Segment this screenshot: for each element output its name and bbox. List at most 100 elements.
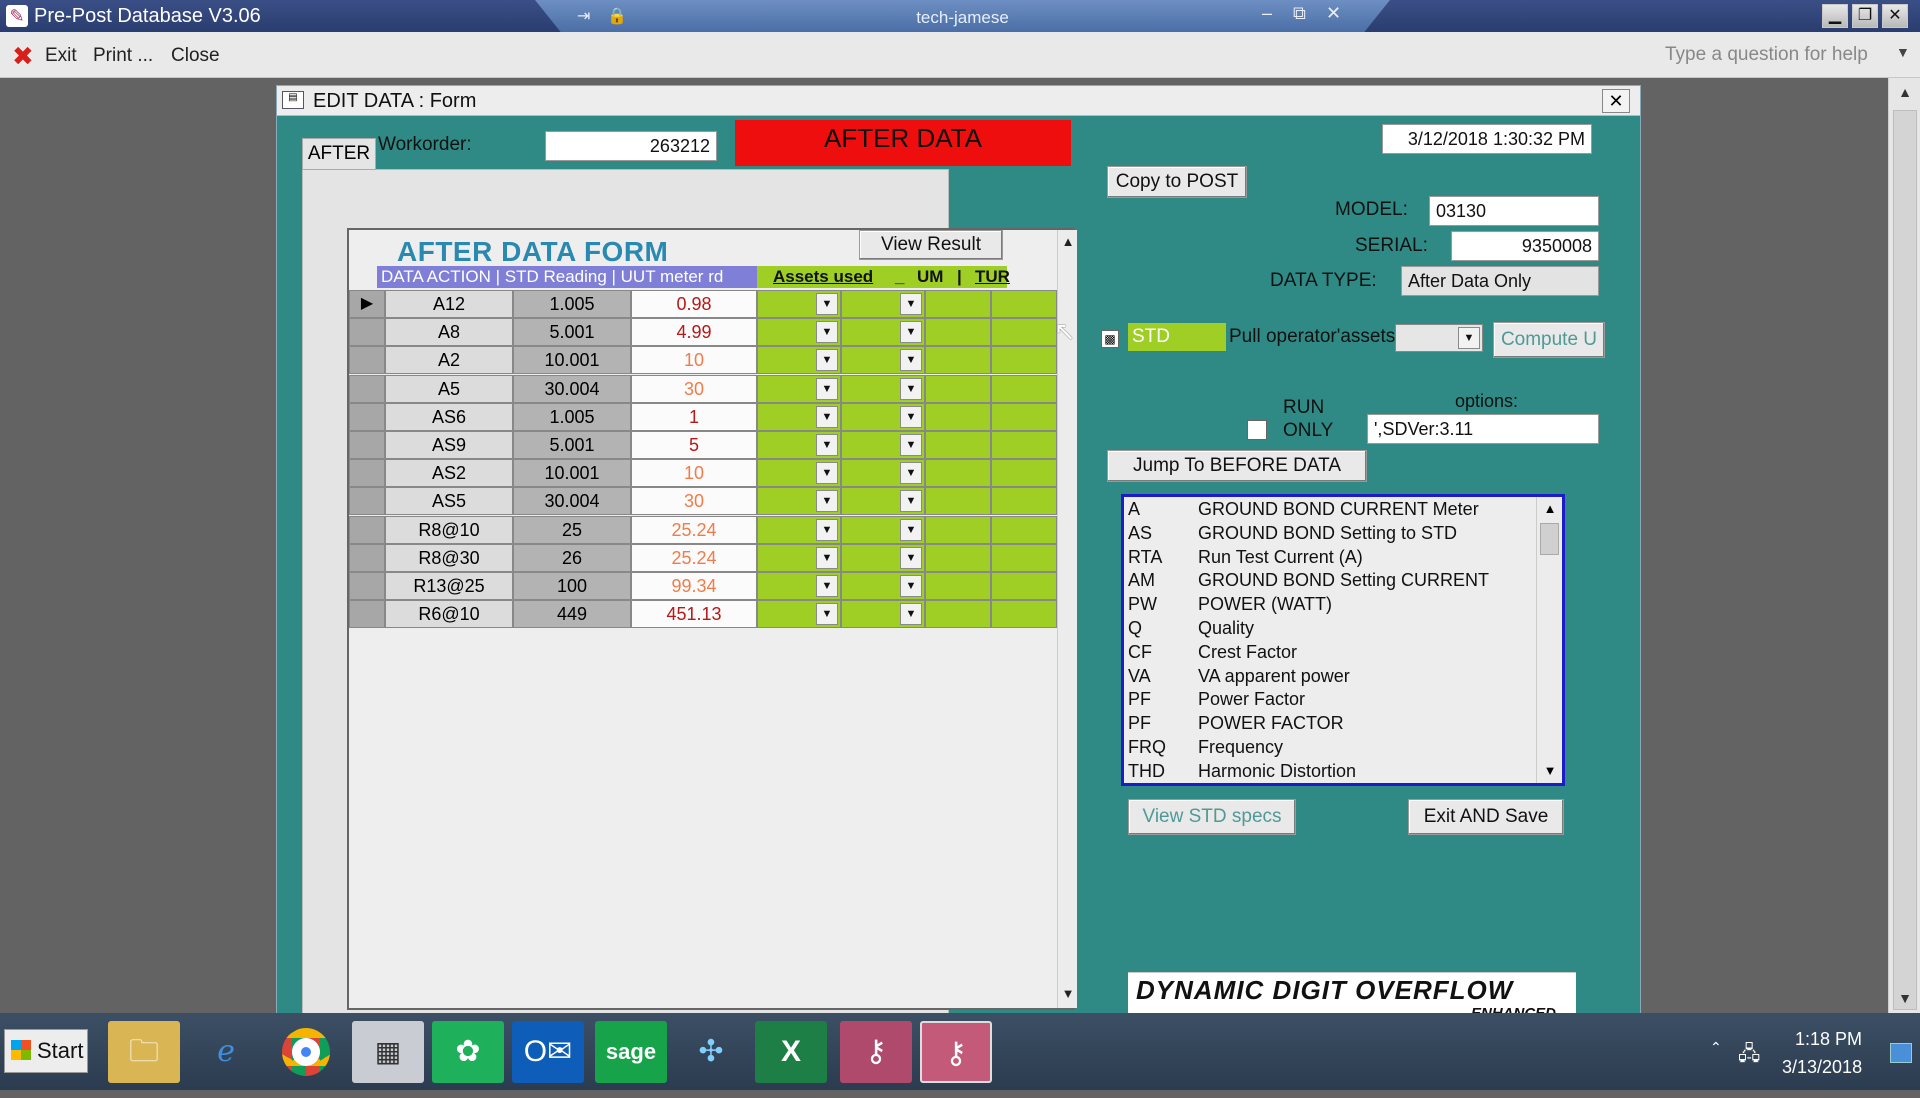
list-item[interactable]: PF POWER FACTOR (1128, 713, 1533, 737)
chevron-down-icon[interactable]: ▼ (900, 377, 922, 400)
um-value-cell[interactable] (925, 515, 991, 544)
tur-cell[interactable] (991, 318, 1057, 347)
chevron-down-icon[interactable]: ▼ (900, 575, 922, 597)
row-selector[interactable] (349, 431, 385, 459)
um-value-cell[interactable] (925, 600, 991, 629)
row-selector[interactable] (349, 515, 385, 544)
clock-date[interactable]: 3/13/2018 (1782, 1057, 1862, 1078)
data-action-cell[interactable]: AS6 (385, 402, 513, 431)
exit-and-save-button[interactable]: Exit AND Save (1408, 799, 1564, 835)
um-value-cell[interactable] (925, 459, 991, 488)
tur-cell[interactable] (991, 402, 1057, 431)
scroll-thumb[interactable] (1893, 110, 1917, 1010)
chevron-down-icon[interactable]: ▼ (816, 293, 838, 315)
row-selector[interactable] (349, 318, 385, 347)
options-field[interactable]: ',SDVer:3.11 (1367, 414, 1599, 444)
chevron-down-icon[interactable]: ▼ (900, 405, 922, 428)
data-action-cell[interactable]: R8@10 (385, 515, 513, 544)
tur-cell[interactable] (991, 487, 1057, 516)
run-only-checkbox[interactable] (1247, 420, 1267, 440)
listbox-scrollbar[interactable]: ▲ ▼ (1536, 497, 1562, 783)
data-action-cell[interactable]: AS2 (385, 459, 513, 488)
model-field[interactable]: 03130 (1429, 196, 1599, 226)
um-value-cell[interactable] (925, 431, 991, 459)
chevron-down-icon[interactable]: ▼ (816, 518, 838, 541)
remote-restore-icon[interactable]: ⧉ (1293, 3, 1306, 24)
scroll-up-icon[interactable]: ▲ (1889, 78, 1920, 106)
uut-meter-cell[interactable]: 10 (631, 346, 757, 375)
chevron-down-icon[interactable]: ▼ (900, 518, 922, 541)
table-row[interactable]: AS6 1.005 1 ▼ ▼ (349, 402, 1057, 431)
std-reading-cell[interactable]: 100 (513, 572, 631, 600)
restore-button[interactable]: ❐ (1852, 4, 1878, 28)
assets-used-combo[interactable]: ▼ (757, 459, 841, 488)
data-action-cell[interactable]: A12 (385, 290, 513, 318)
tab-after[interactable]: AFTER (302, 138, 376, 170)
uut-meter-cell[interactable]: 451.13 (631, 600, 757, 629)
compute-u-button[interactable]: Compute U (1493, 322, 1605, 358)
table-row[interactable]: R8@30 26 25.24 ▼ ▼ (349, 543, 1057, 572)
chevron-down-icon[interactable]: ▼ (816, 603, 838, 626)
um-combo[interactable]: ▼ (841, 346, 925, 375)
assets-used-combo[interactable]: ▼ (757, 374, 841, 403)
um-value-cell[interactable] (925, 374, 991, 403)
remote-close-icon[interactable]: ✕ (1326, 3, 1341, 24)
data-action-cell[interactable]: AS9 (385, 431, 513, 459)
assets-used-combo[interactable]: ▼ (757, 543, 841, 572)
file-explorer-icon[interactable]: 🗀 (108, 1021, 180, 1083)
std-reading-cell[interactable]: 10.001 (513, 346, 631, 375)
view-std-specs-button[interactable]: View STD specs (1128, 799, 1296, 835)
std-reading-cell[interactable]: 30.004 (513, 374, 631, 403)
assets-used-combo[interactable]: ▼ (757, 572, 841, 600)
show-desktop-icon[interactable] (1890, 1043, 1912, 1063)
access-icon[interactable]: ⚷ (840, 1021, 912, 1083)
internet-explorer-icon[interactable]: ℯ (190, 1021, 262, 1083)
chevron-down-icon[interactable]: ▼ (900, 603, 922, 626)
data-action-cell[interactable]: A2 (385, 346, 513, 375)
uut-meter-cell[interactable]: 0.98 (631, 290, 757, 318)
table-row[interactable]: AS5 30.004 30 ▼ ▼ (349, 487, 1057, 516)
std-reading-cell[interactable]: 1.005 (513, 402, 631, 431)
scroll-thumb[interactable] (1540, 523, 1559, 555)
row-selector[interactable] (349, 572, 385, 600)
clock-time[interactable]: 1:18 PM (1795, 1029, 1862, 1050)
table-row[interactable]: A2 10.001 10 ▼ ▼ (349, 346, 1057, 375)
pinwheel-app-icon[interactable]: ✣ (675, 1021, 747, 1083)
tur-cell[interactable] (991, 572, 1057, 600)
um-combo[interactable]: ▼ (841, 318, 925, 347)
sage-icon[interactable]: sage (595, 1021, 667, 1083)
pull-assets-combo[interactable]: ▼ (1395, 324, 1483, 352)
tray-expand-icon[interactable]: ⌃ (1710, 1039, 1722, 1056)
view-result-button[interactable]: View Result (859, 230, 1003, 260)
excel-icon[interactable]: X (755, 1021, 827, 1083)
row-selector[interactable] (349, 374, 385, 403)
jump-to-before-data-button[interactable]: Jump To BEFORE DATA (1107, 450, 1367, 482)
scroll-up-icon[interactable]: ▲ (1058, 234, 1078, 249)
uut-meter-cell[interactable]: 25.24 (631, 543, 757, 572)
row-selector[interactable] (349, 487, 385, 516)
um-value-cell[interactable] (925, 572, 991, 600)
scroll-down-icon[interactable]: ▼ (1889, 984, 1920, 1012)
assets-used-combo[interactable]: ▼ (757, 402, 841, 431)
um-value-cell[interactable] (925, 487, 991, 516)
uut-meter-cell[interactable]: 30 (631, 487, 757, 516)
uut-meter-cell[interactable]: 5 (631, 431, 757, 459)
data-action-cell[interactable]: R13@25 (385, 572, 513, 600)
chevron-down-icon[interactable]: ▼ (900, 462, 922, 485)
table-row[interactable]: AS2 10.001 10 ▼ ▼ (349, 459, 1057, 488)
remote-minimize-icon[interactable]: – (1262, 3, 1272, 24)
table-row[interactable]: R13@25 100 99.34 ▼ ▼ (349, 572, 1057, 600)
assets-used-combo[interactable]: ▼ (757, 487, 841, 516)
um-value-cell[interactable] (925, 346, 991, 375)
row-selector[interactable] (349, 600, 385, 629)
chevron-down-icon[interactable]: ▼ (900, 321, 922, 344)
um-value-cell[interactable] (925, 402, 991, 431)
um-combo[interactable]: ▼ (841, 600, 925, 629)
um-value-cell[interactable] (925, 543, 991, 572)
tur-cell[interactable] (991, 290, 1057, 318)
std-reading-cell[interactable]: 449 (513, 600, 631, 629)
row-selector[interactable]: ▶ (349, 290, 385, 318)
chevron-down-icon[interactable]: ▼ (900, 349, 922, 372)
assets-used-combo[interactable]: ▼ (757, 318, 841, 347)
assets-used-combo[interactable]: ▼ (757, 515, 841, 544)
